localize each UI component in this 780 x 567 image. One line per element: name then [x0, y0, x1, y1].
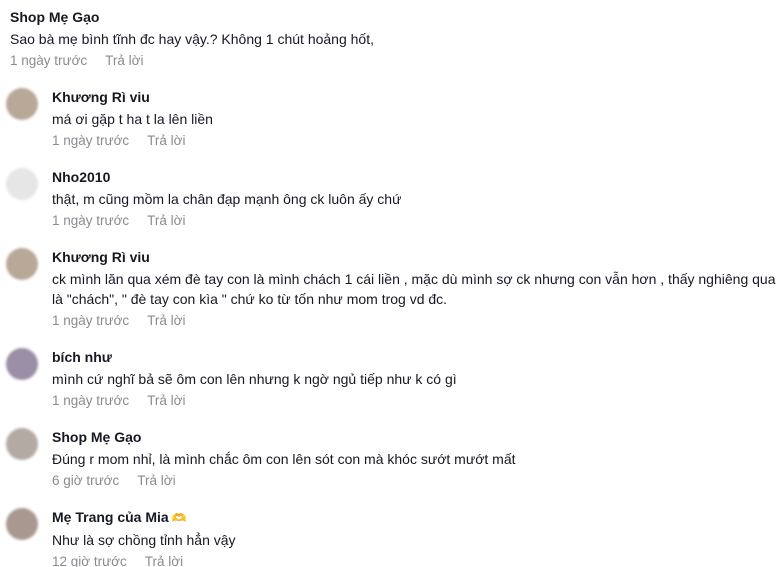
reply-button[interactable]: Trả lời	[147, 213, 185, 228]
comment-timestamp: 1 ngày trước	[52, 313, 130, 328]
comment-meta: 1 ngày trước Trả lời	[52, 132, 780, 150]
comment-text: Sao bà mẹ bình tĩnh đc hay vậy.? Không 1…	[10, 31, 374, 47]
reply-button[interactable]: Trả lời	[147, 313, 185, 328]
comment-timestamp: 1 ngày trước	[10, 53, 88, 68]
comment-content: Nho2010 thật, m cũng mồm la chân đạp mạn…	[52, 168, 780, 230]
reply-button[interactable]: Trả lời	[105, 53, 143, 68]
comment-content: bích như mình cứ nghĩ bả sẽ ôm con lên n…	[52, 348, 780, 410]
comment-thread: Shop Mẹ Gạo Sao bà mẹ bình tĩnh đc hay v…	[0, 0, 780, 567]
comment-username[interactable]: Mẹ Trang của Mia 🫶	[52, 508, 780, 527]
avatar[interactable]	[6, 88, 38, 120]
comment-timestamp: 1 ngày trước	[52, 393, 130, 408]
comment-username[interactable]: Khương Rì viu	[52, 248, 780, 266]
avatar[interactable]	[6, 168, 38, 200]
reply-button[interactable]: Trả lời	[147, 133, 185, 148]
comment-content: Khương Rì viu má ơi gặp t ha t la lên li…	[52, 88, 780, 150]
comment-meta: 1 ngày trước Trả lời	[10, 52, 740, 70]
comment-timestamp: 12 giờ trước	[52, 554, 127, 567]
comment-username-text: Mẹ Trang của Mia	[52, 509, 169, 525]
comment-meta: 6 giờ trước Trả lời	[52, 472, 780, 490]
heart-hands-icon: 🫶	[171, 511, 187, 525]
comment-text: ck mình lăn qua xém đè tay con là mình c…	[52, 271, 776, 307]
reply-button[interactable]: Trả lời	[147, 393, 185, 408]
comment-text: Như là sợ chồng tỉnh hẳn vậy	[52, 532, 236, 548]
comment-username[interactable]: Shop Mẹ Gạo	[52, 428, 780, 446]
avatar[interactable]	[6, 348, 38, 380]
avatar[interactable]	[6, 428, 38, 460]
comment-meta: 1 ngày trước Trả lời	[52, 392, 780, 410]
comment-text: mình cứ nghĩ bả sẽ ôm con lên nhưng k ng…	[52, 371, 457, 387]
comment-content: Shop Mẹ Gạo Sao bà mẹ bình tĩnh đc hay v…	[10, 8, 740, 70]
comment-timestamp: 1 ngày trước	[52, 133, 130, 148]
comment-meta: 1 ngày trước Trả lời	[52, 312, 780, 330]
comment-meta: 12 giờ trước Trả lời	[52, 553, 780, 567]
comment-username[interactable]: Khương Rì viu	[52, 88, 780, 106]
comment-text: thật, m cũng mồm la chân đạp mạnh ông ck…	[52, 191, 402, 207]
reply-button[interactable]: Trả lời	[137, 473, 175, 488]
comment-content: Khương Rì viu ck mình lăn qua xém đè tay…	[52, 248, 780, 330]
comment-timestamp: 6 giờ trước	[52, 473, 120, 488]
comment-timestamp: 1 ngày trước	[52, 213, 130, 228]
comment-username[interactable]: Shop Mẹ Gạo	[10, 8, 740, 26]
comment-username[interactable]: Nho2010	[52, 168, 780, 186]
comment-meta: 1 ngày trước Trả lời	[52, 212, 780, 230]
avatar[interactable]	[6, 248, 38, 280]
reply-button[interactable]: Trả lời	[145, 554, 183, 567]
comment-content: Shop Mẹ Gạo Đúng r mom nhỉ, là mình chắc…	[52, 428, 780, 490]
comment-text: Đúng r mom nhỉ, là mình chắc ôm con lên …	[52, 451, 516, 467]
comment-username[interactable]: bích như	[52, 348, 780, 366]
comment-text: má ơi gặp t ha t la lên liền	[52, 111, 213, 127]
comment-content: Mẹ Trang của Mia 🫶 Như là sợ chồng tỉnh h…	[52, 508, 780, 567]
avatar[interactable]	[6, 508, 38, 540]
